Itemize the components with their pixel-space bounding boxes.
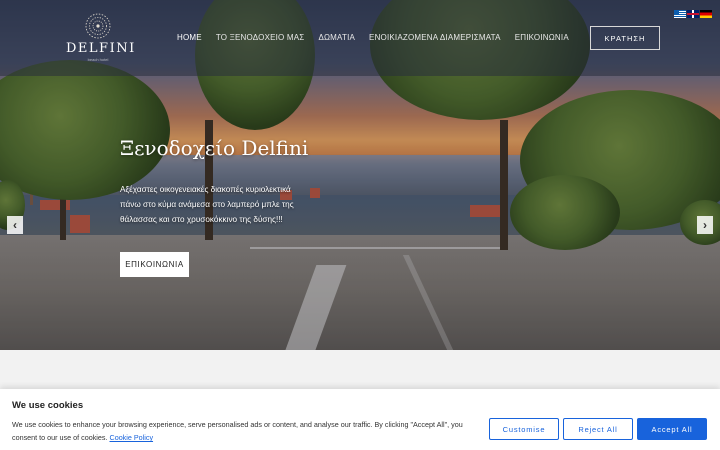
slider-prev-button[interactable]: ‹ <box>7 216 23 234</box>
site-header: DELFINI beach hotel HOME ΤΟ ΞΕΝΟΔΟΧΕΙΟ Μ… <box>0 0 720 76</box>
nav-item-contact[interactable]: ΕΠΙΚΟΙΝΩΝΙΑ <box>515 33 569 42</box>
slider-next-button[interactable]: › <box>697 216 713 234</box>
customise-button[interactable]: Customise <box>489 418 559 440</box>
nav-item-rooms[interactable]: ΔΩΜΑΤΙΑ <box>318 33 355 42</box>
nav-item-our-hotel[interactable]: ΤΟ ΞΕΝΟΔΟΧΕΙΟ ΜΑΣ <box>216 33 305 42</box>
hero-description: Αξέχαστες οικογενειακές διακοπές κυριολε… <box>120 185 294 224</box>
uk-flag-icon[interactable] <box>687 10 699 18</box>
hero-title: Ξενοδοχείο Delfini <box>120 136 309 160</box>
cookie-message: We use cookies to enhance your browsing … <box>12 420 463 442</box>
brand-tagline: beach hotel <box>87 57 109 62</box>
main-nav: HOME ΤΟ ΞΕΝΟΔΟΧΕΙΟ ΜΑΣ ΔΩΜΑΤΙΑ ΕΝΟΙΚΙΑΖΟ… <box>177 33 569 42</box>
cookie-text: We use cookies to enhance your browsing … <box>12 418 472 444</box>
cookie-banner: We use cookies We use cookies to enhance… <box>0 389 720 450</box>
logo[interactable]: DELFINI beach hotel <box>66 12 136 64</box>
reject-all-button[interactable]: Reject All <box>563 418 633 440</box>
language-switcher <box>674 10 712 18</box>
nav-item-home[interactable]: HOME <box>177 33 202 42</box>
german-flag-icon[interactable] <box>700 10 712 18</box>
chevron-right-icon: › <box>703 218 707 232</box>
logo-mark-icon <box>85 13 111 39</box>
greek-flag-icon[interactable] <box>674 10 686 18</box>
booking-button[interactable]: ΚΡΑΤΗΣΗ <box>590 26 660 50</box>
chevron-left-icon: ‹ <box>13 218 17 232</box>
brand-name: DELFINI <box>66 41 136 56</box>
cookie-title: We use cookies <box>12 400 84 411</box>
hero-contact-button[interactable]: ΕΠΙΚΟΙΝΩΝΙΑ <box>120 252 189 277</box>
accept-all-button[interactable]: Accept All <box>637 418 707 440</box>
nav-item-apartments[interactable]: ΕΝΟΙΚΙΑΖΟΜΕΝΑ ΔΙΑΜΕΡΙΣΜΑΤΑ <box>369 33 501 42</box>
cookie-policy-link[interactable]: Cookie Policy <box>110 433 154 442</box>
